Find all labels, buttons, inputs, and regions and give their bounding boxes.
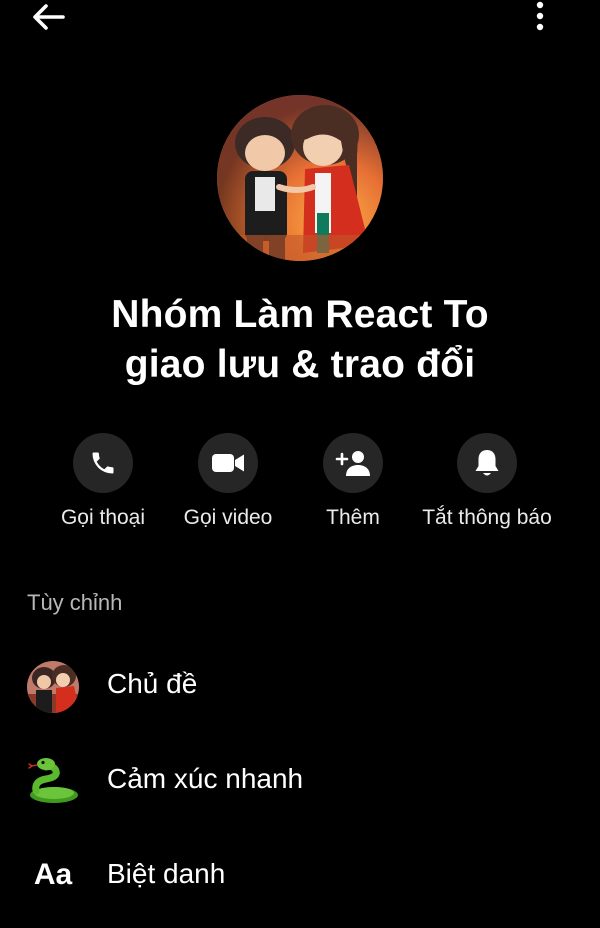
voice-call-circle[interactable] xyxy=(73,433,133,493)
nickname-row[interactable]: Aa Biệt danh xyxy=(0,848,600,928)
group-title-line-1: Nhóm Làm React To xyxy=(111,293,489,336)
group-title: Nhóm Làm React To giao lưu & trao đổi xyxy=(0,290,600,390)
add-member-label: Thêm xyxy=(326,506,380,529)
theme-row[interactable]: Chủ đề xyxy=(0,660,600,740)
bell-icon xyxy=(475,450,499,476)
more-options-button[interactable] xyxy=(520,0,560,34)
add-member-circle[interactable] xyxy=(323,433,383,493)
theme-thumbnail-icon xyxy=(26,660,80,714)
mute-notifications-button[interactable]: Tắt thông báo xyxy=(412,433,562,530)
group-avatar[interactable] xyxy=(217,95,383,261)
theme-label: Chủ đề xyxy=(107,668,198,699)
add-member-button[interactable]: Thêm xyxy=(278,433,428,530)
arrow-left-icon xyxy=(33,4,65,30)
group-title-line-2: giao lưu & trao đổi xyxy=(124,343,476,386)
mute-notifications-label: Tắt thông báo xyxy=(422,506,552,529)
video-call-circle[interactable] xyxy=(198,433,258,493)
snake-emoji-icon xyxy=(26,753,80,807)
aa-text-icon: Aa xyxy=(26,848,80,902)
add-person-icon xyxy=(335,451,370,476)
video-camera-icon xyxy=(212,454,244,472)
quick-reaction-row[interactable]: Cảm xúc nhanh xyxy=(0,753,600,833)
customize-section-title: Tùy chỉnh xyxy=(27,590,123,615)
top-bar xyxy=(0,0,600,40)
quick-reaction-label: Cảm xúc nhanh xyxy=(107,763,304,794)
nickname-label: Biệt danh xyxy=(107,858,226,889)
aa-text: Aa xyxy=(33,858,73,891)
more-vertical-icon xyxy=(536,1,544,31)
back-button[interactable] xyxy=(26,0,70,34)
mute-notifications-circle[interactable] xyxy=(457,433,517,493)
phone-icon xyxy=(92,452,114,474)
